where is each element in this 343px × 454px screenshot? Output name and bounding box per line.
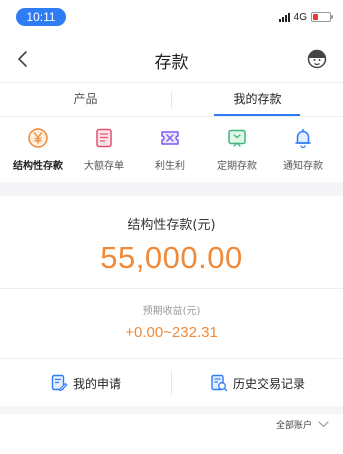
status-time: 10:11 bbox=[16, 8, 66, 26]
summary-title: 结构性存款(元) bbox=[127, 218, 216, 233]
deposit-categories: 结构性存款 大额存单 利生利 定期存款 通知存款 bbox=[0, 116, 343, 182]
network-type: 4G bbox=[293, 11, 307, 23]
category-label: 通知存款 bbox=[283, 161, 323, 172]
customer-service-icon[interactable] bbox=[305, 47, 329, 71]
category-label: 利生利 bbox=[155, 161, 185, 172]
deposit-tabs: 产品 我的存款 bbox=[0, 82, 343, 116]
fixed-deposit-icon bbox=[228, 129, 246, 147]
signal-strength-icon bbox=[278, 12, 290, 22]
category-label: 定期存款 bbox=[217, 161, 257, 172]
tab-products[interactable]: 产品 bbox=[0, 83, 171, 117]
expected-return-label: 预期收益(元) bbox=[142, 306, 201, 317]
account-filter-label: 全部账户 bbox=[275, 421, 312, 431]
certificate-icon bbox=[96, 128, 112, 148]
account-filter-dropdown[interactable]: 全部账户 bbox=[276, 418, 329, 431]
action-label: 我的申请 bbox=[72, 376, 121, 391]
status-bar: 10:11 4G bbox=[0, 0, 343, 36]
page-title: 存款 bbox=[154, 53, 189, 73]
section-gap bbox=[0, 182, 343, 196]
bell-icon bbox=[295, 128, 311, 149]
action-label: 历史交易记录 bbox=[232, 376, 305, 391]
chevron-down-icon bbox=[318, 421, 329, 428]
battery-level bbox=[313, 14, 318, 20]
transaction-history-icon bbox=[211, 374, 228, 392]
deposit-summary-card: 结构性存款(元) 55,000.00 预期收益(元) +0.00~232.31 bbox=[0, 196, 343, 358]
summary-divider bbox=[0, 288, 343, 289]
transaction-history-button[interactable]: 历史交易记录 bbox=[172, 359, 343, 407]
tab-my-deposits[interactable]: 我的存款 bbox=[172, 83, 343, 117]
category-compound-interest[interactable]: 利生利 bbox=[136, 127, 204, 172]
expected-return-range: +0.00~232.31 bbox=[125, 324, 218, 341]
battery-icon bbox=[311, 12, 333, 22]
nav-bar: 存款 bbox=[0, 36, 343, 82]
action-row: 我的申请 历史交易记录 bbox=[0, 358, 343, 406]
my-applications-button[interactable]: 我的申请 bbox=[0, 359, 171, 407]
category-fixed-deposit[interactable]: 定期存款 bbox=[203, 127, 271, 172]
yen-coin-icon bbox=[28, 128, 48, 148]
application-form-icon bbox=[51, 374, 68, 392]
section-gap bbox=[0, 406, 343, 414]
category-label: 结构性存款 bbox=[13, 161, 63, 172]
category-large-cd[interactable]: 大额存单 bbox=[70, 127, 138, 172]
category-label: 大额存单 bbox=[84, 161, 124, 172]
account-bar: 全部账户 bbox=[0, 414, 343, 454]
deposit-amount: 55,000.00 bbox=[100, 240, 243, 275]
status-indicators: 4G bbox=[278, 10, 333, 24]
interest-ticket-icon bbox=[161, 131, 179, 145]
category-structured-deposit[interactable]: 结构性存款 bbox=[4, 127, 72, 172]
category-call-deposit[interactable]: 通知存款 bbox=[269, 127, 337, 172]
